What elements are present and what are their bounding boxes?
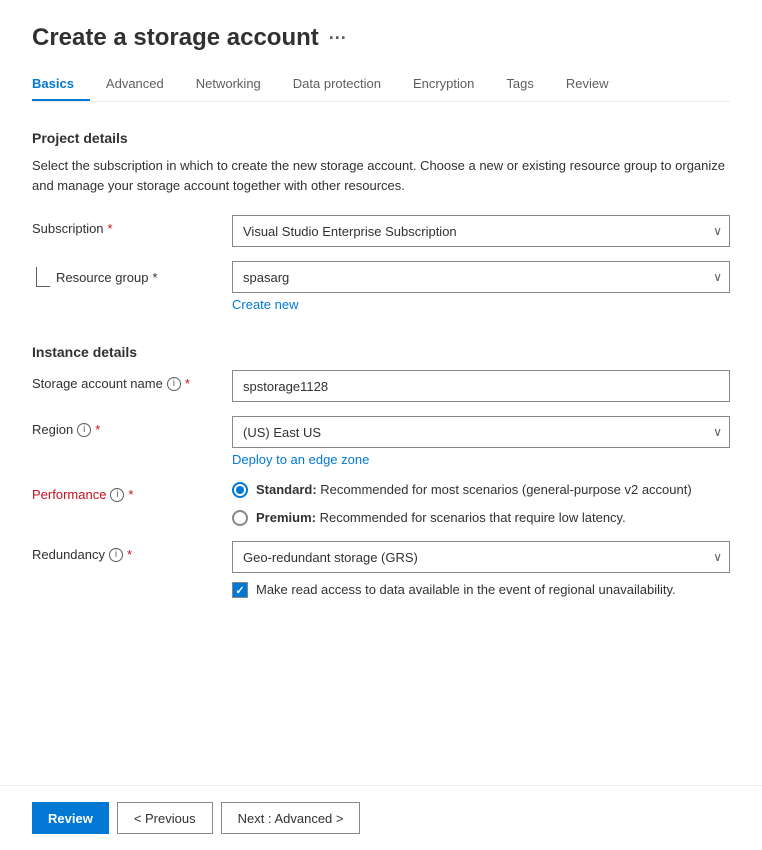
project-details-desc: Select the subscription in which to crea… bbox=[32, 156, 730, 195]
performance-label: Performance i * bbox=[32, 481, 232, 502]
redundancy-select-wrapper: Geo-redundant storage (GRS) Locally-redu… bbox=[232, 541, 730, 573]
storage-account-name-control bbox=[232, 370, 730, 402]
performance-standard-label: Standard: Recommended for most scenarios… bbox=[256, 481, 692, 499]
performance-standard-option[interactable]: Standard: Recommended for most scenarios… bbox=[232, 481, 730, 499]
performance-premium-label: Premium: Recommended for scenarios that … bbox=[256, 509, 626, 527]
performance-premium-radio[interactable] bbox=[232, 510, 248, 526]
resource-group-row: Resource group * spasarg ∨ Create new bbox=[32, 261, 730, 312]
subscription-select-wrapper: Visual Studio Enterprise Subscription ∨ bbox=[232, 215, 730, 247]
storage-name-required: * bbox=[185, 376, 190, 391]
region-control: (US) East US ∨ Deploy to an edge zone bbox=[232, 416, 730, 467]
deploy-edge-link[interactable]: Deploy to an edge zone bbox=[232, 452, 369, 467]
next-button[interactable]: Next : Advanced > bbox=[221, 802, 361, 834]
read-access-checkbox[interactable]: ✓ bbox=[232, 582, 248, 598]
resource-group-select[interactable]: spasarg bbox=[232, 261, 730, 293]
performance-required: * bbox=[128, 487, 133, 502]
project-details-section: Project details Select the subscription … bbox=[32, 130, 730, 312]
tab-review[interactable]: Review bbox=[550, 68, 625, 101]
subscription-label: Subscription * bbox=[32, 215, 232, 236]
main-content: Create a storage account ··· Basics Adva… bbox=[0, 0, 762, 785]
tab-networking[interactable]: Networking bbox=[180, 68, 277, 101]
region-row: Region i * (US) East US ∨ Deploy to an e… bbox=[32, 416, 730, 467]
tab-advanced[interactable]: Advanced bbox=[90, 68, 180, 101]
resource-group-label: Resource group * bbox=[56, 270, 158, 285]
performance-info-icon[interactable]: i bbox=[110, 488, 124, 502]
create-new-link[interactable]: Create new bbox=[232, 297, 298, 312]
subscription-select[interactable]: Visual Studio Enterprise Subscription bbox=[232, 215, 730, 247]
region-select[interactable]: (US) East US bbox=[232, 416, 730, 448]
performance-premium-option[interactable]: Premium: Recommended for scenarios that … bbox=[232, 509, 730, 527]
page-title-menu[interactable]: ··· bbox=[329, 28, 347, 49]
instance-details-section: Instance details Storage account name i … bbox=[32, 344, 730, 600]
redundancy-control: Geo-redundant storage (GRS) Locally-redu… bbox=[232, 541, 730, 599]
performance-radio-group: Standard: Recommended for most scenarios… bbox=[232, 481, 730, 527]
page-wrapper: Create a storage account ··· Basics Adva… bbox=[0, 0, 762, 850]
region-required: * bbox=[95, 422, 100, 437]
redundancy-required: * bbox=[127, 547, 132, 562]
read-access-label: Make read access to data available in th… bbox=[256, 581, 676, 599]
region-select-wrapper: (US) East US ∨ bbox=[232, 416, 730, 448]
redundancy-select[interactable]: Geo-redundant storage (GRS) Locally-redu… bbox=[232, 541, 730, 573]
redundancy-label: Redundancy i * bbox=[32, 541, 232, 562]
redundancy-info-icon[interactable]: i bbox=[109, 548, 123, 562]
storage-account-name-label: Storage account name i * bbox=[32, 370, 232, 391]
resource-group-control: spasarg ∨ Create new bbox=[232, 261, 730, 312]
redundancy-row: Redundancy i * Geo-redundant storage (GR… bbox=[32, 541, 730, 599]
review-button[interactable]: Review bbox=[32, 802, 109, 834]
tab-basics[interactable]: Basics bbox=[32, 68, 90, 101]
storage-account-name-input[interactable] bbox=[232, 370, 730, 402]
subscription-row: Subscription * Visual Studio Enterprise … bbox=[32, 215, 730, 247]
tab-data-protection[interactable]: Data protection bbox=[277, 68, 397, 101]
storage-name-info-icon[interactable]: i bbox=[167, 377, 181, 391]
performance-row: Performance i * Standard: Recommended fo… bbox=[32, 481, 730, 527]
tab-tags[interactable]: Tags bbox=[490, 68, 549, 101]
page-title-row: Create a storage account ··· bbox=[32, 24, 730, 52]
footer: Review < Previous Next : Advanced > bbox=[0, 785, 762, 850]
subscription-required: * bbox=[108, 221, 113, 236]
resource-group-required: * bbox=[153, 270, 158, 285]
read-access-checkmark: ✓ bbox=[235, 584, 244, 597]
storage-account-name-row: Storage account name i * bbox=[32, 370, 730, 402]
previous-button[interactable]: < Previous bbox=[117, 802, 213, 834]
performance-standard-radio-inner bbox=[236, 486, 244, 494]
page-title: Create a storage account bbox=[32, 24, 319, 52]
region-label: Region i * bbox=[32, 416, 232, 437]
region-info-icon[interactable]: i bbox=[77, 423, 91, 437]
resource-group-select-wrapper: spasarg ∨ bbox=[232, 261, 730, 293]
performance-standard-radio[interactable] bbox=[232, 482, 248, 498]
project-details-title: Project details bbox=[32, 130, 730, 146]
tab-bar: Basics Advanced Networking Data protecti… bbox=[32, 68, 730, 102]
read-access-row: ✓ Make read access to data available in … bbox=[232, 581, 730, 599]
subscription-control: Visual Studio Enterprise Subscription ∨ bbox=[232, 215, 730, 247]
resource-group-indent: Resource group * bbox=[32, 261, 232, 287]
performance-control: Standard: Recommended for most scenarios… bbox=[232, 481, 730, 527]
indent-line bbox=[36, 267, 50, 287]
instance-details-title: Instance details bbox=[32, 344, 730, 360]
tab-encryption[interactable]: Encryption bbox=[397, 68, 490, 101]
